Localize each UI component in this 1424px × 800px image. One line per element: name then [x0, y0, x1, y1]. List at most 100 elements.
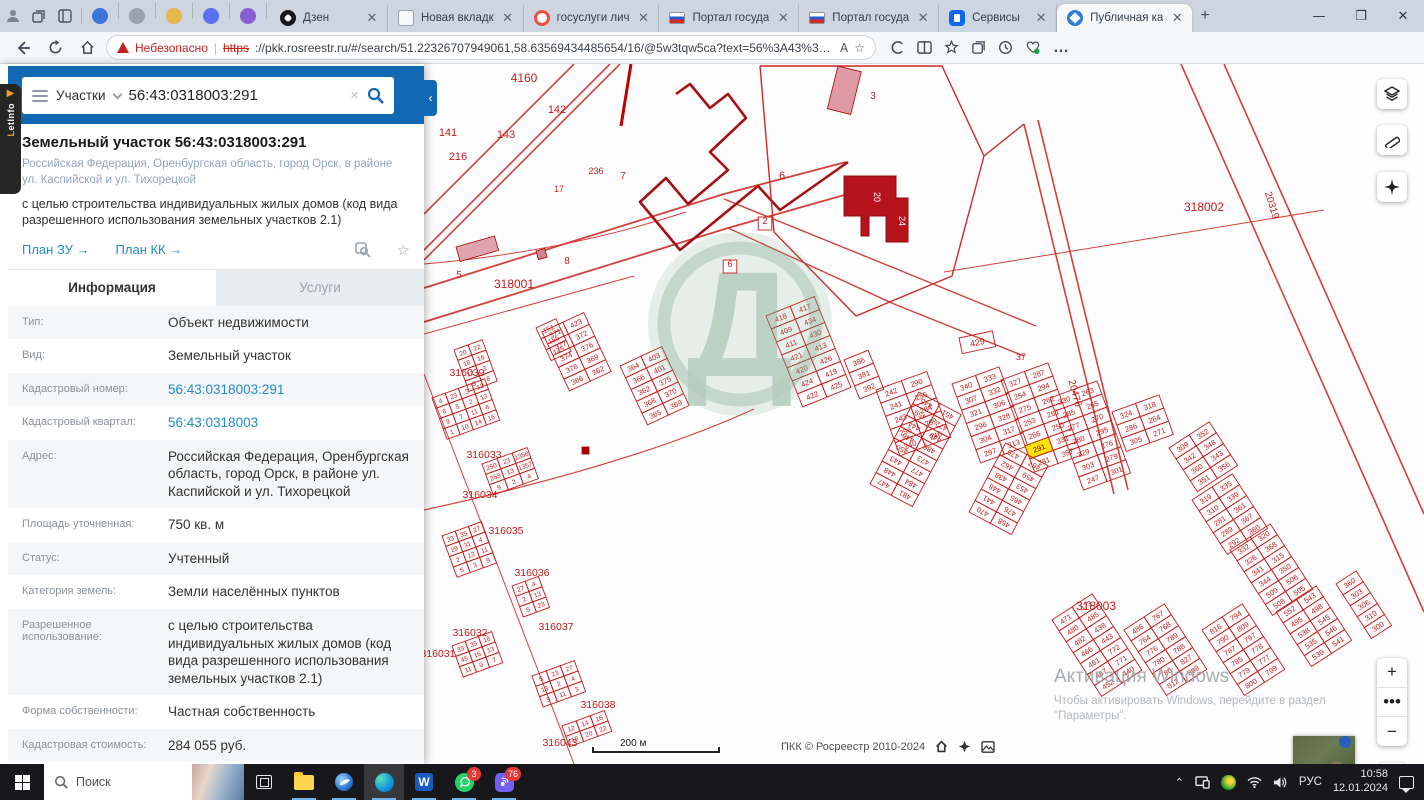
building-footprint[interactable]	[581, 446, 590, 455]
parcel-block[interactable]: 324 318286 264 305 271	[1111, 394, 1174, 453]
refresh-icon[interactable]	[42, 35, 68, 61]
collections-icon[interactable]	[971, 40, 986, 55]
zoom-options-button[interactable]: •••	[1377, 686, 1407, 717]
search-category-dropdown[interactable]: Участки	[56, 88, 106, 103]
row-value[interactable]: 56:43:0318003	[168, 414, 424, 432]
menu-hamburger-icon[interactable]	[32, 89, 48, 102]
pinned-tab-blue-diamond[interactable]	[196, 3, 226, 29]
connect-display-icon[interactable]	[1195, 775, 1210, 789]
notification-center-icon[interactable]	[1399, 775, 1414, 793]
url-text[interactable]: ://pkk.rosreestr.ru/#/search/51.22326707…	[255, 41, 834, 55]
copilot-icon[interactable]	[890, 40, 905, 55]
search-icon[interactable]	[367, 87, 384, 104]
tab-close-icon[interactable]: ✕	[501, 10, 515, 26]
photos-taskbar-icon[interactable]	[324, 764, 364, 800]
plan-kk-link[interactable]: План КК →	[116, 242, 183, 257]
home-map-icon[interactable]	[935, 740, 948, 753]
profile-avatar-icon[interactable]	[0, 4, 26, 28]
wifi-icon[interactable]	[1247, 776, 1262, 788]
tab-close-icon[interactable]: ✕	[1034, 10, 1048, 26]
measure-ruler-button[interactable]	[1377, 125, 1407, 155]
antivirus-icon[interactable]	[1220, 774, 1236, 790]
locate-button[interactable]	[1377, 172, 1407, 202]
search-field[interactable]: Участки ×	[22, 77, 394, 114]
pinned-tab-multicolor[interactable]	[159, 3, 189, 29]
pinned-tab-blue-globe[interactable]	[85, 3, 115, 29]
viber-taskbar-icon[interactable]: 76	[484, 764, 524, 800]
browser-tab-1[interactable]: Дзен ✕	[270, 4, 388, 32]
task-view-taskbar-icon[interactable]	[244, 764, 284, 800]
tab-close-icon[interactable]: ✕	[636, 10, 650, 26]
whatsapp-taskbar-icon[interactable]: 3	[444, 764, 484, 800]
row-value[interactable]: 56:43:0318003:291	[168, 381, 424, 399]
building-footprint[interactable]	[535, 248, 548, 261]
tab-close-icon[interactable]: ✕	[776, 10, 790, 26]
split-screen-icon[interactable]	[917, 40, 932, 55]
browser-tab-6[interactable]: Сервисы ✕	[939, 4, 1058, 32]
language-indicator[interactable]: РУС	[1299, 776, 1322, 788]
pinned-tab-purple[interactable]	[233, 3, 263, 29]
building-footprint[interactable]	[826, 65, 862, 115]
parcel-block[interactable]: 4474484434504464444594454814844774734864…	[869, 391, 962, 508]
basemap-icon[interactable]	[981, 740, 995, 753]
read-aloud-icon[interactable]: A	[840, 41, 848, 55]
building-footprint[interactable]	[843, 175, 909, 243]
vertical-tabs-icon[interactable]	[52, 4, 78, 28]
cadastral-map[interactable]: 371 423 377 372 374 376 378 369 366 362 364 403 366 4…	[424, 64, 1424, 764]
parcel-block[interactable]: 552 543 495 498 538 545 535 546 539 541	[1275, 585, 1353, 668]
tab-close-icon[interactable]: ✕	[916, 10, 930, 26]
tab-actions-icon[interactable]	[26, 4, 52, 28]
zoom-out-button[interactable]: −	[1377, 716, 1407, 746]
browser-tab-3[interactable]: госуслуги лич ✕	[524, 4, 660, 32]
browser-tab-4[interactable]: Портал госуда ✕	[659, 4, 800, 32]
browser-tab-7[interactable]: Публичная ка ✕	[1057, 4, 1193, 32]
browser-essentials-icon[interactable]	[1025, 40, 1041, 55]
back-icon[interactable]	[10, 35, 36, 61]
word-taskbar-icon[interactable]: W	[404, 764, 444, 800]
volume-icon[interactable]	[1273, 776, 1288, 789]
parcel-block[interactable]: 332320326368341315344350509506508505	[1229, 523, 1314, 617]
hidden-icons-chevron[interactable]: ⌃	[1175, 776, 1184, 789]
settings-more-icon[interactable]: …	[1053, 39, 1069, 57]
search-highlight-photo[interactable]	[192, 764, 244, 800]
edge-taskbar-icon[interactable]	[364, 764, 404, 800]
minimize-button[interactable]: —	[1298, 0, 1340, 32]
favorite-parcel-star-icon[interactable]: ☆	[397, 241, 410, 259]
parcel-block[interactable]: 319335310339281361289367292360	[1191, 473, 1269, 556]
panel-tab-услуги[interactable]: Услуги	[216, 269, 424, 306]
layers-button[interactable]	[1377, 79, 1407, 109]
parcel-block[interactable]: 42331285213971161101415	[431, 378, 501, 440]
parcel-block[interactable]: 27 42 135 23	[511, 575, 551, 618]
tab-close-icon[interactable]: ✕	[365, 10, 379, 26]
security-label[interactable]: Небезопасно	[135, 41, 208, 55]
new-tab-button[interactable]: +	[1200, 7, 1209, 25]
building-footprint[interactable]	[455, 235, 500, 262]
start-button[interactable]	[0, 764, 44, 800]
tab-close-icon[interactable]: ✕	[1170, 10, 1184, 26]
favorite-star-icon[interactable]: ☆	[854, 41, 865, 55]
close-button[interactable]: ✕	[1382, 0, 1424, 32]
letinfo-extension-ribbon[interactable]: ▶ LetInfo	[0, 84, 21, 194]
favorites-icon[interactable]	[944, 40, 959, 55]
search-document-icon[interactable]	[354, 241, 371, 258]
plan-zu-link[interactable]: План ЗУ →	[22, 242, 90, 257]
pinned-tab-gray[interactable]	[122, 3, 152, 29]
search-input[interactable]	[128, 87, 343, 104]
parcel-block[interactable]: 386381392	[843, 349, 885, 400]
center-map-icon[interactable]	[958, 740, 971, 753]
maximize-button[interactable]: ❐	[1340, 0, 1382, 32]
browser-tab-2[interactable]: Новая вкладк ✕	[388, 4, 524, 32]
browser-tab-5[interactable]: Портал госуда ✕	[799, 4, 940, 32]
parcel-block[interactable]: 2022181612358	[453, 339, 498, 392]
explorer-taskbar-icon[interactable]	[284, 764, 324, 800]
zoom-in-button[interactable]: +	[1377, 658, 1407, 687]
clear-search-icon[interactable]: ×	[350, 87, 359, 104]
panel-collapse-chevron[interactable]: ‹	[424, 80, 437, 116]
taskbar-search-box[interactable]: Поиск	[44, 764, 244, 800]
map-canvas[interactable]: 371423377372374376378369366362 3644033664…	[424, 64, 1424, 764]
address-bar[interactable]: Небезопасно | https ://pkk.rosreestr.ru/…	[106, 35, 876, 60]
clock[interactable]: 10:58 12.01.2024	[1333, 768, 1388, 796]
history-icon[interactable]	[998, 40, 1013, 55]
chevron-down-icon[interactable]	[112, 89, 122, 99]
parcel-block[interactable]: 5 23 27 13 24 9 11 3	[531, 660, 587, 708]
